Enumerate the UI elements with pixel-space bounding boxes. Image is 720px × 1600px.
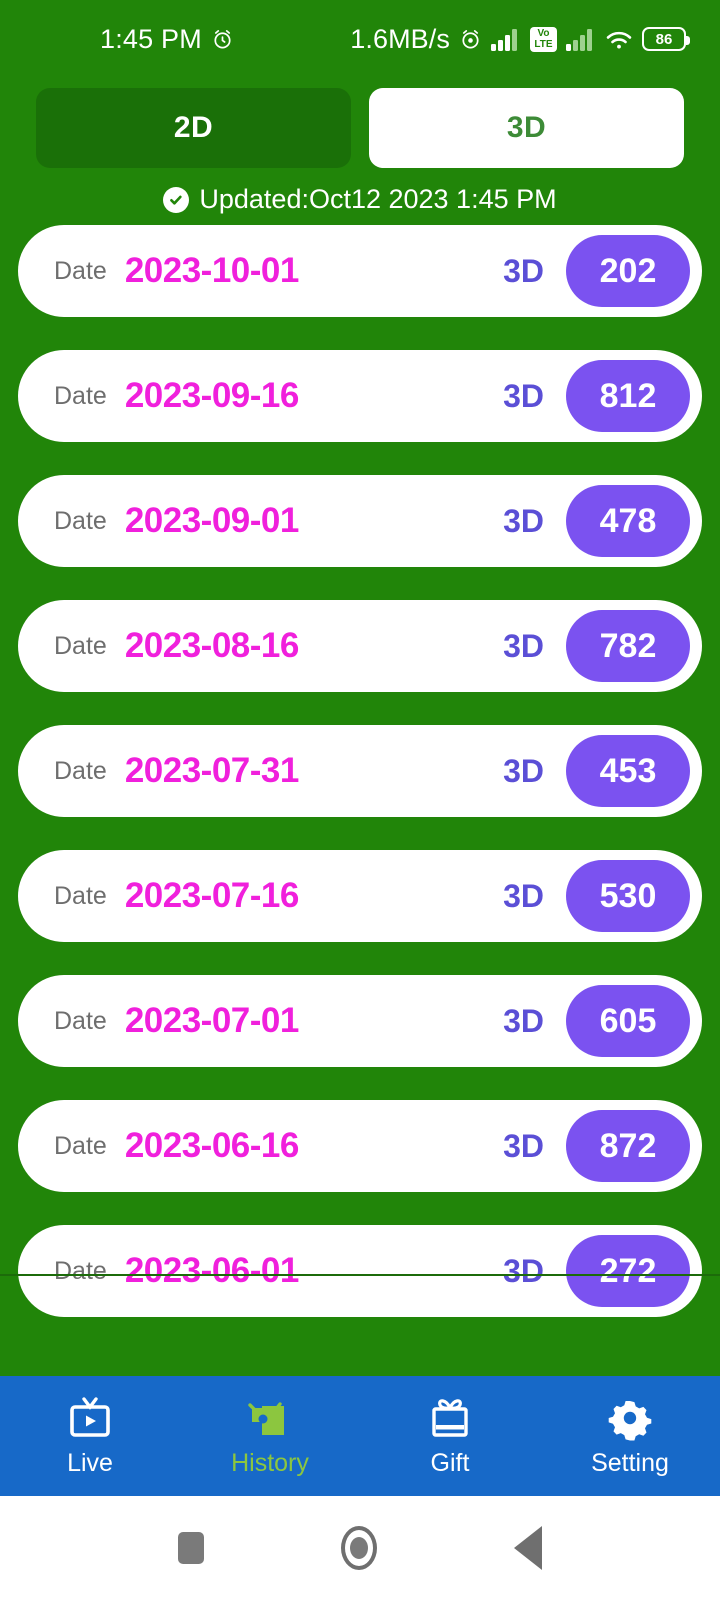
android-system-nav <box>0 1496 720 1600</box>
nav-item-live[interactable]: Live <box>0 1395 180 1478</box>
row-date-value: 2023-07-01 <box>124 1001 300 1040</box>
gear-icon <box>604 1395 656 1441</box>
table-row[interactable]: Date 2023-09-01 3D 478 <box>18 475 702 567</box>
updated-text: Updated:Oct12 2023 1:45 PM <box>199 184 557 214</box>
table-row[interactable]: Date 2023-08-16 3D 782 <box>18 600 702 692</box>
status-bar-clock: 1:45 PM <box>100 23 202 54</box>
check-circle-icon <box>163 186 190 213</box>
nav-item-setting-label: Setting <box>591 1448 669 1477</box>
tab-2d-label: 2D <box>173 111 214 144</box>
tab-3d-label: 3D <box>506 111 547 144</box>
row-type-label: 3D <box>503 752 544 789</box>
row-type-label: 3D <box>503 502 544 539</box>
row-type-label: 3D <box>503 627 544 664</box>
row-date-value: 2023-09-16 <box>124 376 300 415</box>
network-speed-text: 1.6MB/s <box>350 23 450 54</box>
app-screen: 1:45 PM 1.6MB/s Vo LTE 86 2D 3D Updated:… <box>0 0 720 1600</box>
wifi-icon <box>605 28 633 51</box>
volte-line-2: LTE <box>534 38 553 50</box>
row-date-value: 2023-06-01 <box>124 1251 300 1290</box>
tab-bar: 2D 3D <box>0 78 720 168</box>
table-row[interactable]: Date 2023-09-16 3D 812 <box>18 350 702 442</box>
row-date-label: Date <box>54 631 107 660</box>
row-date-value: 2023-10-01 <box>124 251 300 290</box>
recents-button[interactable] <box>178 1532 205 1564</box>
status-badge: 782 <box>566 610 690 682</box>
row-type-label: 3D <box>503 377 544 414</box>
table-row[interactable]: Date 2023-07-16 3D 530 <box>18 850 702 942</box>
alarm-clock-icon <box>459 28 482 51</box>
status-bar: 1:45 PM 1.6MB/s Vo LTE 86 <box>0 0 720 78</box>
row-date-label: Date <box>54 1131 107 1160</box>
status-badge: 872 <box>566 1110 690 1182</box>
signal-bars-icon <box>491 28 521 51</box>
table-row[interactable]: Date 2023-06-01 3D 272 <box>18 1225 702 1317</box>
status-badge: 202 <box>566 235 690 307</box>
row-type-label: 3D <box>503 252 544 289</box>
bottom-navigation: Live History Gift Setting <box>0 1376 720 1496</box>
updated-status: Updated:Oct12 2023 1:45 PM <box>0 168 720 225</box>
row-type-label: 3D <box>503 1127 544 1164</box>
volte-icon: Vo LTE <box>530 26 557 52</box>
nav-item-setting[interactable]: Setting <box>540 1395 720 1478</box>
table-row[interactable]: Date 2023-07-31 3D 453 <box>18 725 702 817</box>
tab-3d[interactable]: 3D <box>369 88 684 168</box>
gift-box-icon <box>424 1395 476 1441</box>
row-type-label: 3D <box>503 877 544 914</box>
signal-bars-icon <box>566 28 596 51</box>
status-badge: 453 <box>566 735 690 807</box>
status-badge: 605 <box>566 985 690 1057</box>
alarm-clock-icon <box>211 28 234 51</box>
nav-item-history-label: History <box>231 1448 309 1477</box>
row-date-value: 2023-08-16 <box>124 626 300 665</box>
battery-icon: 86 <box>642 27 690 51</box>
status-badge: 530 <box>566 860 690 932</box>
row-date-value: 2023-09-01 <box>124 501 300 540</box>
recents-square-icon <box>178 1532 205 1564</box>
row-type-label: 3D <box>503 1002 544 1039</box>
history-list[interactable]: Date 2023-10-01 3D 202 Date 2023-09-16 3… <box>0 225 720 1376</box>
row-type-label: 3D <box>503 1252 544 1289</box>
status-bar-left: 1:45 PM <box>100 24 234 55</box>
row-date-label: Date <box>54 1256 107 1285</box>
row-date-label: Date <box>54 381 107 410</box>
table-row[interactable]: Date 2023-06-16 3D 872 <box>18 1100 702 1192</box>
back-triangle-icon <box>513 1526 542 1570</box>
table-row[interactable]: Date 2023-07-01 3D 605 <box>18 975 702 1067</box>
row-date-label: Date <box>54 756 107 785</box>
volte-line-1: Vo <box>537 27 550 39</box>
home-circle-icon <box>340 1526 377 1570</box>
table-row[interactable]: Date 2023-10-01 3D 202 <box>18 225 702 317</box>
nav-item-gift[interactable]: Gift <box>360 1395 540 1478</box>
nav-item-history[interactable]: History <box>180 1395 360 1478</box>
nav-item-live-label: Live <box>67 1448 113 1477</box>
row-date-label: Date <box>54 881 107 910</box>
row-date-label: Date <box>54 506 107 535</box>
tab-2d[interactable]: 2D <box>36 88 351 168</box>
row-date-value: 2023-07-16 <box>124 876 300 915</box>
battery-level: 86 <box>655 30 673 48</box>
row-date-value: 2023-07-31 <box>124 751 300 790</box>
status-badge: 272 <box>566 1235 690 1307</box>
status-badge: 812 <box>566 360 690 432</box>
status-bar-right: 1.6MB/s Vo LTE 86 <box>350 23 690 55</box>
row-date-label: Date <box>54 256 107 285</box>
back-button[interactable] <box>513 1526 542 1570</box>
status-badge: 478 <box>566 485 690 557</box>
row-date-value: 2023-06-16 <box>124 1126 300 1165</box>
row-date-label: Date <box>54 1006 107 1035</box>
history-icon <box>244 1395 296 1441</box>
home-button[interactable] <box>340 1526 377 1570</box>
tv-play-icon <box>64 1395 116 1441</box>
nav-item-gift-label: Gift <box>430 1448 470 1477</box>
